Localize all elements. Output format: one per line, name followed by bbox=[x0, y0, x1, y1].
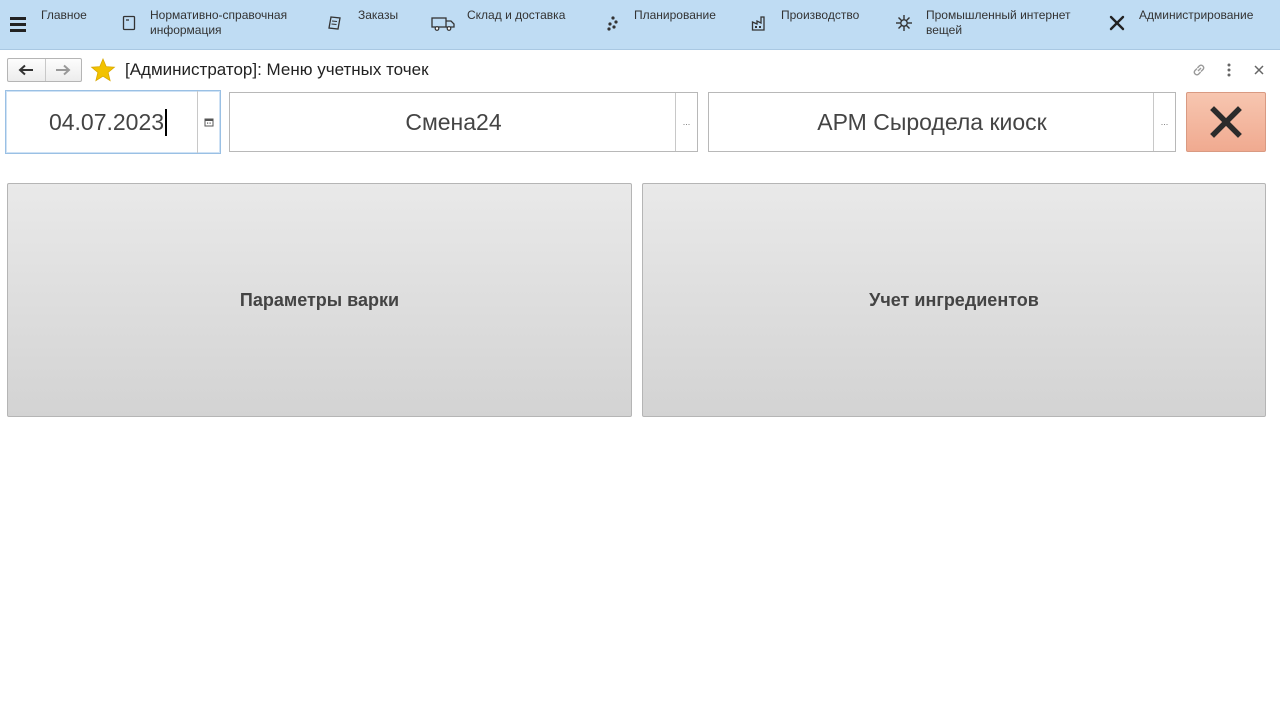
brewing-params-label: Параметры варки bbox=[239, 289, 400, 310]
close-window-icon[interactable] bbox=[1249, 60, 1269, 80]
brewing-params-button[interactable]: Параметры варки bbox=[7, 183, 632, 417]
ingredients-button[interactable]: Учет ингредиентов bbox=[642, 183, 1266, 417]
reference-book-icon bbox=[118, 12, 140, 34]
section-label: Администрирование bbox=[1139, 8, 1254, 22]
section-production[interactable]: Производство bbox=[748, 0, 878, 50]
section-reference-info[interactable]: Нормативно-справочная информация bbox=[116, 0, 306, 50]
section-label: Главное bbox=[41, 8, 87, 22]
tools-icon bbox=[1106, 12, 1128, 34]
navigation-buttons bbox=[7, 58, 82, 82]
workplace-value[interactable]: АРМ Сыродела киоск bbox=[709, 93, 1155, 151]
iot-icon bbox=[893, 12, 915, 34]
truck-icon bbox=[430, 12, 456, 34]
forward-button[interactable] bbox=[44, 59, 82, 81]
calendar-icon bbox=[204, 118, 214, 127]
orders-icon bbox=[324, 12, 346, 34]
section-warehouse[interactable]: Склад и доставка bbox=[428, 0, 588, 50]
link-icon[interactable] bbox=[1189, 60, 1209, 80]
section-label: Склад и доставка bbox=[467, 8, 566, 22]
section-main[interactable]: Главное bbox=[36, 0, 106, 50]
shift-value[interactable]: Смена24 bbox=[230, 93, 677, 151]
date-value[interactable]: 04.07.2023 bbox=[6, 91, 198, 153]
section-iot[interactable]: Промышленный интернет вещей bbox=[892, 0, 1092, 50]
arrow-right-icon bbox=[56, 64, 71, 76]
main-menu-icon[interactable] bbox=[8, 12, 30, 36]
arrow-left-icon bbox=[18, 64, 34, 76]
planning-icon bbox=[601, 12, 623, 34]
section-label: Промышленный интернет вещей bbox=[926, 8, 1071, 37]
calendar-button[interactable] bbox=[197, 91, 220, 153]
factory-icon bbox=[748, 12, 770, 34]
workplace-field[interactable]: АРМ Сыродела киоск ... bbox=[708, 92, 1176, 152]
section-label: Производство bbox=[781, 8, 860, 22]
section-planning[interactable]: Планирование bbox=[600, 0, 730, 50]
page-title: [Администратор]: Меню учетных точек bbox=[125, 60, 429, 79]
close-icon bbox=[1210, 106, 1242, 138]
section-administration[interactable]: Администрирование bbox=[1104, 0, 1274, 50]
shift-choice-button[interactable]: ... bbox=[675, 93, 697, 151]
favorite-star-icon[interactable] bbox=[90, 57, 116, 82]
more-options-icon[interactable] bbox=[1219, 60, 1239, 80]
section-label: Планирование bbox=[634, 8, 716, 22]
date-field[interactable]: 04.07.2023 bbox=[5, 90, 221, 154]
shift-field[interactable]: Смена24 ... bbox=[229, 92, 698, 152]
section-label: Нормативно-справочная информация bbox=[150, 8, 288, 37]
section-orders[interactable]: Заказы bbox=[322, 0, 412, 50]
text-cursor bbox=[165, 108, 168, 136]
section-label: Заказы bbox=[358, 8, 399, 22]
sections-panel: Главное Нормативно-справочная информация… bbox=[0, 0, 1280, 50]
workplace-choice-button[interactable]: ... bbox=[1153, 93, 1175, 151]
back-button[interactable] bbox=[8, 59, 45, 81]
date-text: 04.07.2023 bbox=[48, 108, 165, 135]
close-button[interactable] bbox=[1186, 92, 1266, 152]
ingredients-label: Учет ингредиентов bbox=[869, 289, 1039, 310]
